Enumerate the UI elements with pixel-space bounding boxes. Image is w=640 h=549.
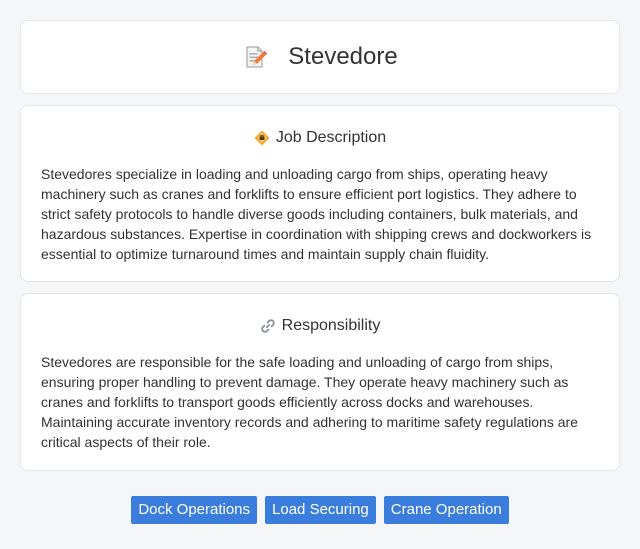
job-description-heading: Job Description — [275, 129, 387, 146]
responsibility-text: Stevedores are responsible for the safe … — [41, 354, 578, 450]
title-wrap: Stevedore — [242, 43, 398, 71]
memo-pencil-icon — [242, 44, 268, 70]
responsibility-heading: Responsibility — [281, 317, 381, 334]
responsibility-header: Responsibility — [41, 316, 599, 336]
job-description-text: Stevedores specialize in loading and unl… — [41, 166, 592, 262]
title-card: Stevedore — [20, 20, 620, 94]
skill-tags: Dock Operations Load Securing Crane Oper… — [0, 496, 640, 524]
tag-dock-operations[interactable]: Dock Operations — [131, 496, 258, 524]
page-title: Stevedore — [288, 43, 398, 70]
tag-crane-operation[interactable]: Crane Operation — [383, 496, 509, 524]
job-description-card: Job Description Stevedores specialize in… — [20, 105, 620, 282]
tag-load-securing[interactable]: Load Securing — [265, 496, 376, 524]
link-icon — [260, 318, 276, 334]
responsibility-card: Responsibility Stevedores are responsibl… — [20, 293, 620, 471]
diamond-badge-icon — [254, 130, 270, 146]
job-description-header: Job Description — [41, 128, 599, 148]
